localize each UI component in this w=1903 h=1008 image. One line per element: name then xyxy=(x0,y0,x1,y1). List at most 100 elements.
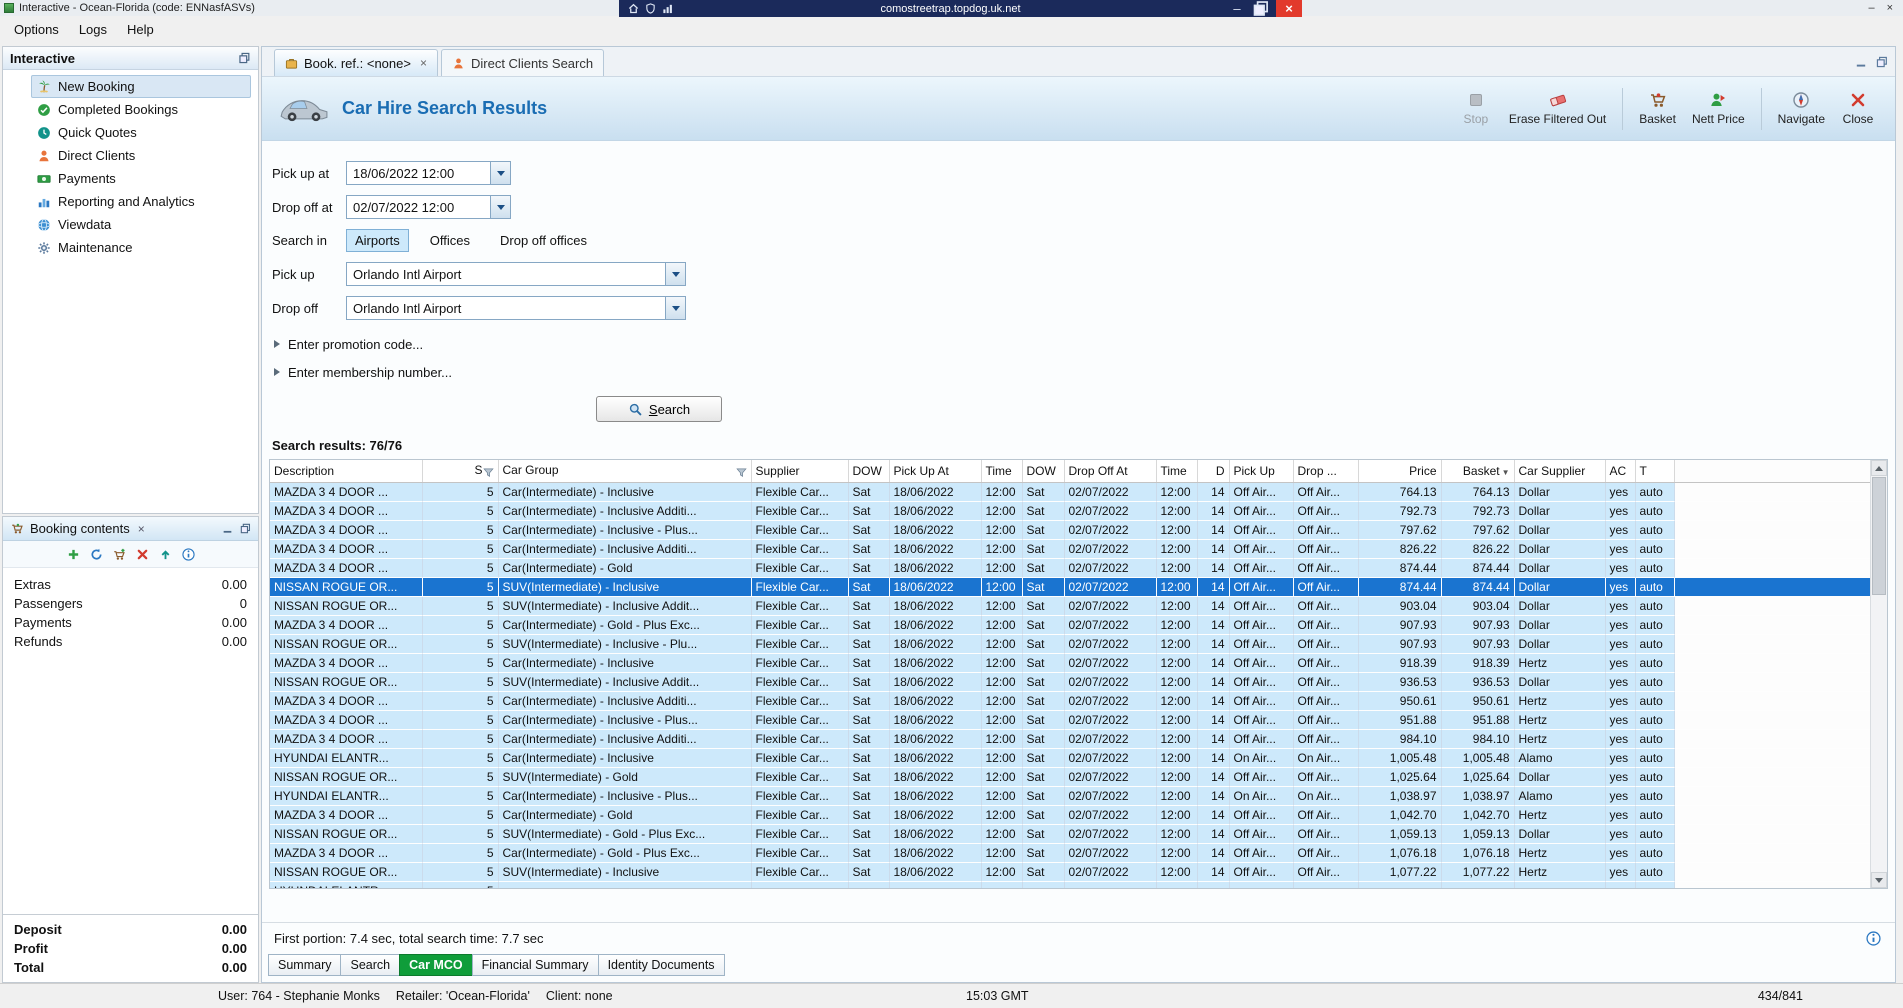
view-maximize-icon[interactable] xyxy=(1876,56,1888,68)
result-row[interactable]: MAZDA 3 4 DOOR ... 5 Car(Intermediate) - G… xyxy=(270,615,1870,635)
scrollbar-thumb[interactable] xyxy=(1872,477,1886,595)
result-row[interactable]: MAZDA 3 4 DOOR ... 5 Car(Intermediate) - I… xyxy=(270,653,1870,673)
info-icon[interactable] xyxy=(1866,931,1881,946)
result-row[interactable]: NISSAN ROGUE OR... 5 SUV(Intermediate) - I… xyxy=(270,596,1870,616)
panel-restore-icon[interactable] xyxy=(240,523,251,534)
tab-close-icon[interactable]: × xyxy=(420,56,427,70)
dropoff-location-select[interactable]: Orlando Intl Airport xyxy=(346,296,686,320)
result-row[interactable]: NISSAN ROGUE OR... 5 SUV(Intermediate) - I… xyxy=(270,672,1870,692)
column-header-basket[interactable]: Basket ▼ xyxy=(1441,460,1515,483)
result-row[interactable]: MAZDA 3 4 DOOR ... 5 Car(Intermediate) - I… xyxy=(270,691,1870,711)
panel-minimize-icon[interactable] xyxy=(222,523,233,534)
result-row[interactable]: HYUNDAI ELANTR... 5 Car(Intermediate) - In… xyxy=(270,786,1870,806)
toolbar-close[interactable]: Close xyxy=(1841,91,1875,126)
result-row[interactable]: MAZDA 3 4 DOOR ... 5 Car(Intermediate) - I… xyxy=(270,710,1870,730)
dropdown-arrow-icon[interactable] xyxy=(665,263,685,285)
banner-close-button[interactable]: × xyxy=(1276,0,1302,17)
sidebar-item-quick-quotes[interactable]: Quick Quotes xyxy=(31,121,251,144)
bottom-tab-car-mco[interactable]: Car MCO xyxy=(399,954,473,976)
result-row[interactable]: MAZDA 3 4 DOOR ... 5 Car(Intermediate) - I… xyxy=(270,539,1870,559)
column-header-supplier[interactable]: Supplier xyxy=(751,460,849,483)
result-row[interactable]: MAZDA 3 4 DOOR ... 5 Car(Intermediate) - I… xyxy=(270,520,1870,540)
result-row[interactable]: MAZDA 3 4 DOOR ... 5 Car(Intermediate) - I… xyxy=(270,482,1870,502)
column-header-dow[interactable]: DOW xyxy=(848,460,890,483)
sidebar-item-reporting-and-analytics[interactable]: Reporting and Analytics xyxy=(31,190,251,213)
sidebar-item-completed-bookings[interactable]: Completed Bookings xyxy=(31,98,251,121)
column-header-s[interactable]: S xyxy=(422,460,499,483)
booking-contents-tab[interactable]: Booking contents × xyxy=(3,517,153,540)
result-row[interactable]: HYUNDAI ELANTR...5 xyxy=(270,881,1870,888)
banner-minimize-button[interactable]: – xyxy=(1228,0,1246,17)
pickup-at-select[interactable]: 18/06/2022 12:00 xyxy=(346,161,511,185)
column-header-pick-up-at[interactable]: Pick Up At xyxy=(889,460,982,483)
scroll-up-icon[interactable] xyxy=(1871,460,1887,476)
sidebar-item-viewdata[interactable]: Viewdata xyxy=(31,213,251,236)
result-row[interactable]: HYUNDAI ELANTR... 5 Car(Intermediate) - In… xyxy=(270,748,1870,768)
result-row[interactable]: MAZDA 3 4 DOOR ... 5 Car(Intermediate) - G… xyxy=(270,558,1870,578)
dropdown-arrow-icon[interactable] xyxy=(490,162,510,184)
bottom-tab-search[interactable]: Search xyxy=(340,954,401,976)
search-in-airports[interactable]: Airports xyxy=(346,229,409,252)
booking-contents-close-icon[interactable]: × xyxy=(138,522,145,536)
window-minimize-button[interactable]: – xyxy=(1868,2,1874,14)
shield-icon[interactable] xyxy=(645,3,656,14)
cart-plus-icon[interactable] xyxy=(113,548,126,561)
signal-bars-icon[interactable] xyxy=(662,3,673,14)
toolbar-navigate[interactable]: Navigate xyxy=(1778,91,1825,126)
result-row[interactable]: NISSAN ROGUE OR... 5 SUV(Intermediate) - G… xyxy=(270,767,1870,787)
info-icon[interactable] xyxy=(181,547,195,561)
scroll-down-icon[interactable] xyxy=(1871,872,1887,888)
sidebar-item-payments[interactable]: Payments xyxy=(31,167,251,190)
sidebar-item-new-booking[interactable]: New Booking xyxy=(31,75,251,98)
menu-help[interactable]: Help xyxy=(117,18,164,41)
search-in-offices[interactable]: Offices xyxy=(421,229,479,252)
search-button[interactable]: Search xyxy=(596,396,722,422)
up-arrow-icon[interactable] xyxy=(159,548,172,561)
panel-restore-icon[interactable] xyxy=(238,52,251,64)
result-row[interactable]: NISSAN ROGUE OR... 5 SUV(Intermediate) - G… xyxy=(270,824,1870,844)
banner-maximize-button[interactable] xyxy=(1252,0,1270,17)
menu-options[interactable]: Options xyxy=(4,18,69,41)
result-row[interactable]: NISSAN ROGUE OR... 5 SUV(Intermediate) - I… xyxy=(270,577,1870,597)
bottom-tab-identity-documents[interactable]: Identity Documents xyxy=(597,954,725,976)
result-row[interactable]: MAZDA 3 4 DOOR ... 5 Car(Intermediate) - G… xyxy=(270,843,1870,863)
delete-icon[interactable] xyxy=(136,548,149,561)
toolbar-nett-price[interactable]: Nett Price xyxy=(1692,91,1745,126)
home-icon[interactable] xyxy=(628,3,639,14)
toolbar-basket[interactable]: Basket xyxy=(1639,91,1676,126)
view-minimize-icon[interactable] xyxy=(1855,56,1867,68)
toolbar-stop[interactable]: Stop xyxy=(1459,91,1493,126)
column-header-price[interactable]: Price xyxy=(1358,460,1442,483)
plus-icon[interactable] xyxy=(67,548,80,561)
membership-number-expander[interactable]: Enter membership number... xyxy=(274,362,1895,382)
vertical-scrollbar[interactable] xyxy=(1870,460,1887,888)
dropdown-arrow-icon[interactable] xyxy=(490,196,510,218)
tab-direct-clients-search[interactable]: Direct Clients Search xyxy=(440,49,605,76)
column-header-drop-off-at[interactable]: Drop Off At xyxy=(1064,460,1157,483)
result-row[interactable]: MAZDA 3 4 DOOR ... 5 Car(Intermediate) - I… xyxy=(270,501,1870,521)
result-row[interactable]: MAZDA 3 4 DOOR ... 5 Car(Intermediate) - G… xyxy=(270,805,1870,825)
promotion-code-expander[interactable]: Enter promotion code... xyxy=(274,334,1895,354)
dropdown-arrow-icon[interactable] xyxy=(665,297,685,319)
result-row[interactable]: NISSAN ROGUE OR... 5 SUV(Intermediate) - I… xyxy=(270,862,1870,882)
column-header-pick-up[interactable]: Pick Up xyxy=(1229,460,1294,483)
column-header-d[interactable]: D xyxy=(1197,460,1230,483)
window-close-button[interactable]: × xyxy=(1887,2,1893,14)
dropoff-at-select[interactable]: 02/07/2022 12:00 xyxy=(346,195,511,219)
column-header-time[interactable]: Time xyxy=(1156,460,1198,483)
tab-book-ref-none[interactable]: Book. ref.: <none> × xyxy=(274,49,438,76)
sidebar-item-direct-clients[interactable]: Direct Clients xyxy=(31,144,251,167)
column-header-description[interactable]: Description xyxy=(270,460,423,483)
filter-funnel-icon[interactable] xyxy=(482,467,494,478)
column-header-dow[interactable]: DOW xyxy=(1022,460,1065,483)
result-row[interactable]: MAZDA 3 4 DOOR ... 5 Car(Intermediate) - I… xyxy=(270,729,1870,749)
column-header-time[interactable]: Time xyxy=(981,460,1023,483)
column-header-car-group[interactable]: Car Group xyxy=(498,460,752,483)
column-header-drop[interactable]: Drop ... xyxy=(1293,460,1359,483)
menu-logs[interactable]: Logs xyxy=(69,18,117,41)
column-header-ac[interactable]: AC xyxy=(1605,460,1636,483)
refresh-icon[interactable] xyxy=(90,548,103,561)
toolbar-erase-filtered-out[interactable]: Erase Filtered Out xyxy=(1509,91,1606,126)
column-header-car-supplier[interactable]: Car Supplier xyxy=(1514,460,1606,483)
filter-funnel-icon[interactable] xyxy=(735,467,747,478)
